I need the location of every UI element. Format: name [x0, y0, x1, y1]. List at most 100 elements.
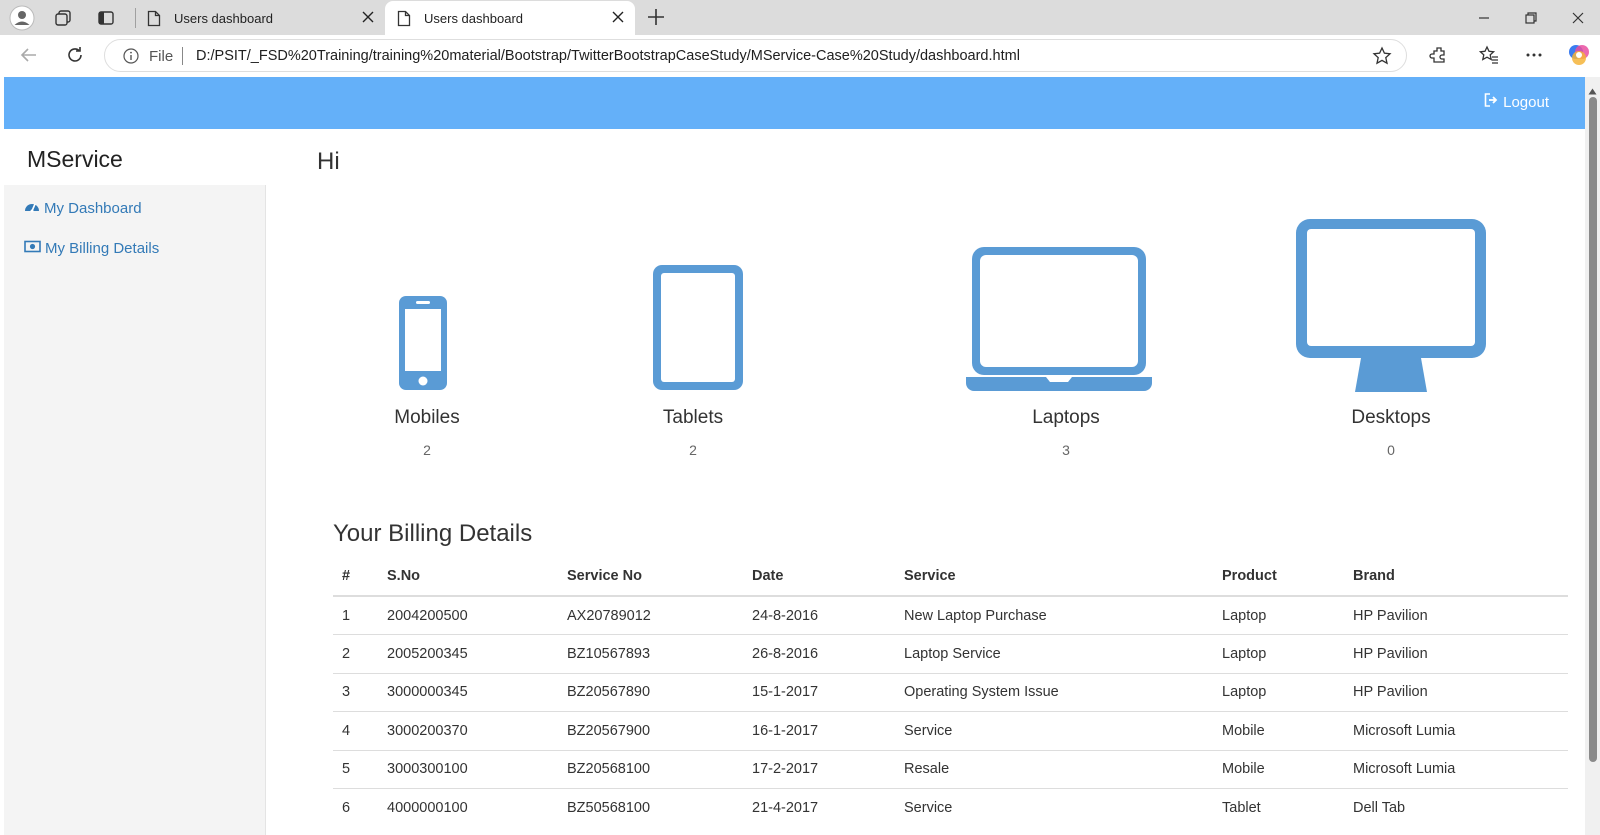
device-label-mobiles: Mobiles [394, 407, 460, 428]
table-row: 1 2004200500 AX20789012 24-8-2016 New La… [333, 595, 1568, 635]
table-cell: Mobile [1213, 711, 1344, 750]
copilot-icon[interactable] [1565, 41, 1593, 69]
billing-heading: Your Billing Details [333, 520, 533, 547]
dashboard-icon [24, 199, 40, 217]
vertical-scrollbar[interactable] [1585, 77, 1600, 835]
device-count-mobiles: 2 [423, 442, 431, 458]
table-cell: Microsoft Lumia [1344, 711, 1568, 750]
device-label-desktops: Desktops [1351, 407, 1431, 428]
greeting-heading: Hi [317, 148, 340, 175]
tab-users-dashboard-1[interactable]: Users dashboard [135, 1, 385, 35]
table-cell: Resale [895, 749, 1213, 789]
back-icon[interactable] [15, 41, 43, 69]
brand-box: MService [4, 129, 266, 185]
laptop-icon [966, 246, 1152, 392]
table-row: 3 3000000345 BZ20567890 15-1-2017 Operat… [333, 672, 1568, 712]
minimize-icon[interactable] [1472, 6, 1496, 30]
table-cell: Service [895, 711, 1213, 750]
column-header: Service No [558, 557, 743, 597]
tab-title: Users dashboard [174, 11, 273, 26]
table-cell: Tablet [1213, 788, 1344, 827]
url-text[interactable]: D:/PSIT/_FSD%20Training/training%20mater… [196, 48, 1020, 64]
table-cell: Mobile [1213, 749, 1344, 789]
table-cell: New Laptop Purchase [895, 595, 1213, 635]
table-row: 6 4000000100 BZ50568100 21-4-2017 Servic… [333, 788, 1568, 827]
table-cell: 17-2-2017 [743, 749, 895, 789]
close-icon[interactable] [361, 10, 375, 27]
table-cell: Operating System Issue [895, 672, 1213, 712]
table-cell: HP Pavilion [1344, 595, 1568, 635]
tablet-icon [652, 264, 744, 391]
device-label-laptops: Laptops [1032, 407, 1100, 428]
more-options-icon[interactable] [1520, 41, 1548, 69]
table-cell: 15-1-2017 [743, 672, 895, 712]
table-cell: Dell Tab [1344, 788, 1568, 827]
scheme-label: File [149, 48, 174, 65]
table-cell: AX20789012 [558, 595, 743, 635]
device-count-laptops: 3 [1062, 442, 1070, 458]
close-icon[interactable] [611, 10, 625, 27]
logout-label: Logout [1503, 93, 1549, 111]
column-header: S.No [378, 557, 558, 597]
table-cell: 1 [333, 595, 378, 635]
table-cell: BZ20567900 [558, 711, 743, 750]
restore-icon[interactable] [1519, 6, 1543, 30]
money-icon [24, 240, 41, 257]
device-label-tablets: Tablets [662, 407, 724, 428]
column-header: # [333, 557, 378, 597]
scrollbar-thumb[interactable] [1589, 97, 1597, 762]
sidebar-item-my-billing-details[interactable]: My Billing Details [24, 240, 159, 257]
table-cell: BZ20567890 [558, 672, 743, 712]
tab-title: Users dashboard [424, 11, 523, 26]
table-header-row: # S.No Service No Date Service Product B… [333, 557, 1568, 597]
table-cell: 4000000100 [378, 788, 558, 827]
brand-title[interactable]: MService [27, 146, 123, 173]
table-cell: 16-1-2017 [743, 711, 895, 750]
vertical-tabs-icon[interactable] [92, 4, 120, 32]
extensions-icon[interactable] [1425, 41, 1453, 69]
page-icon [397, 10, 411, 30]
table-cell: 6 [333, 788, 378, 827]
table-cell: HP Pavilion [1344, 634, 1568, 673]
address-bar[interactable]: File D:/PSIT/_FSD%20Training/training%20… [104, 39, 1407, 72]
table-row: 2 2005200345 BZ10567893 26-8-2016 Laptop… [333, 634, 1568, 673]
logout-icon [1484, 93, 1499, 111]
table-cell: Service [895, 788, 1213, 827]
address-divider [182, 47, 183, 65]
sidebar-item-label: My Dashboard [44, 199, 142, 217]
close-window-icon[interactable] [1566, 6, 1590, 30]
table-cell: BZ20568100 [558, 749, 743, 789]
table-cell: 2 [333, 634, 378, 673]
workspaces-icon[interactable] [49, 4, 77, 32]
table-cell: Laptop [1213, 595, 1344, 635]
table-cell: Laptop Service [895, 634, 1213, 673]
refresh-icon[interactable] [61, 41, 89, 69]
table-cell: 2005200345 [378, 634, 558, 673]
tab-users-dashboard-2[interactable]: Users dashboard [385, 1, 635, 35]
table-cell: 3000300100 [378, 749, 558, 789]
table-cell: 24-8-2016 [743, 595, 895, 635]
profile-icon[interactable] [8, 4, 36, 32]
table-cell: 2004200500 [378, 595, 558, 635]
mobile-icon [397, 295, 449, 391]
favorite-star-icon[interactable] [1372, 46, 1392, 71]
new-tab-button[interactable] [644, 5, 668, 34]
table-cell: 21-4-2017 [743, 788, 895, 827]
table-cell: 3 [333, 672, 378, 712]
table-row: 4 3000200370 BZ20567900 16-1-2017 Servic… [333, 711, 1568, 750]
table-cell: Microsoft Lumia [1344, 749, 1568, 789]
table-row: 5 3000300100 BZ20568100 17-2-2017 Resale… [333, 749, 1568, 789]
column-header: Service [895, 557, 1213, 597]
sidebar: MService My Dashboard My Billing Details [4, 129, 266, 835]
info-icon[interactable] [123, 48, 139, 69]
table-cell: 26-8-2016 [743, 634, 895, 673]
column-header: Product [1213, 557, 1344, 597]
table-cell: 3000000345 [378, 672, 558, 712]
browser-tab-bar: Users dashboard Users dashboard [0, 0, 1600, 35]
favorites-icon[interactable] [1475, 41, 1503, 69]
logout-link[interactable]: Logout [1484, 93, 1549, 111]
sidebar-item-my-dashboard[interactable]: My Dashboard [24, 199, 142, 217]
table-cell: BZ10567893 [558, 634, 743, 673]
table-cell: HP Pavilion [1344, 672, 1568, 712]
billing-table: # S.No Service No Date Service Product B… [333, 557, 1568, 827]
